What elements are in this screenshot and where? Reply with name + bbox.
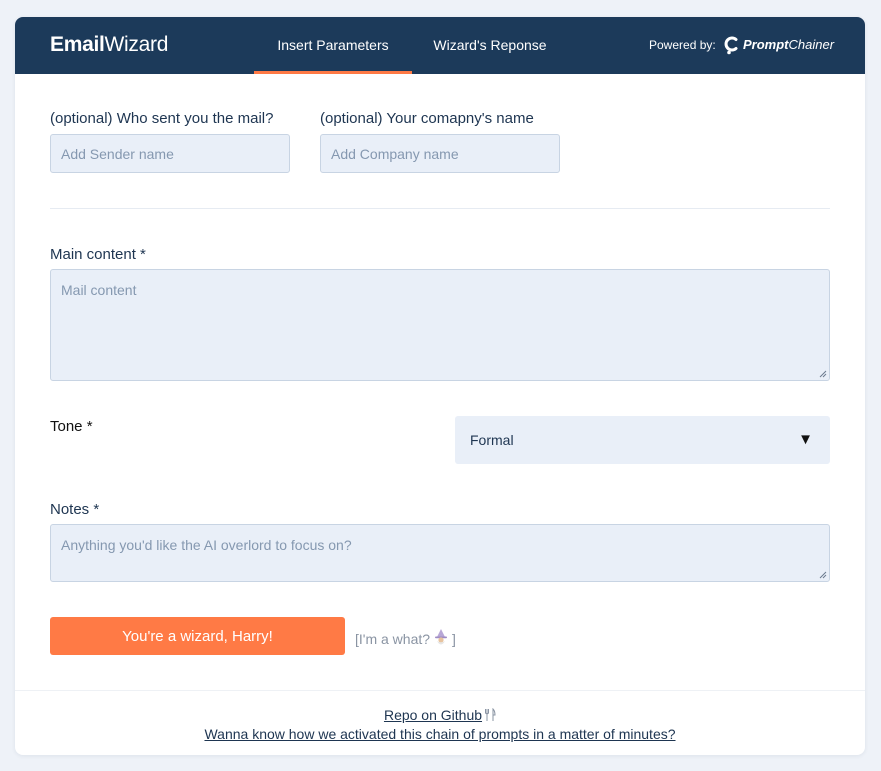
resize-grip-icon[interactable] [819,571,827,579]
resize-grip-icon[interactable] [819,370,827,378]
footer: Repo on Github Wanna know how we activat… [15,690,865,755]
tone-select[interactable]: Formal ▼ [455,416,830,464]
logo-regular-text: Wizard [104,33,169,56]
aside-suffix-text: ] [452,631,456,647]
app-logo[interactable]: EmailWizard [50,33,168,57]
tone-label: Tone * [50,418,93,435]
powered-by-label: Powered by: [649,38,716,52]
github-repo-link[interactable]: Repo on Github [15,707,865,723]
tone-selected-value: Formal [470,432,514,448]
chain-of-prompts-link[interactable]: Wanna know how we activated this chain o… [15,726,865,742]
tab-insert-parameters[interactable]: Insert Parameters [254,17,412,74]
tab-wizards-response[interactable]: Wizard's Reponse [421,17,559,74]
notes-textarea[interactable] [50,524,830,582]
promptchainer-logo-icon [724,36,738,55]
sender-label: (optional) Who sent you the mail? [50,110,274,127]
main-content-textarea[interactable] [50,269,830,381]
sender-name-input[interactable] [50,134,290,173]
notes-label: Notes * [50,501,100,518]
brand-regular-text: Chainer [788,37,835,52]
wizard-aside: [I'm a what? ] [355,628,456,647]
github-repo-link-text: Repo on Github [383,707,483,723]
submit-button[interactable]: You're a wizard, Harry! [50,617,345,655]
logo-bold-text: Email [50,33,105,56]
brand-bold-text: Prompt [743,37,789,52]
fork-knife-icon [485,707,496,721]
app-card: EmailWizard Insert Parameters Wizard's R… [15,17,865,755]
section-divider [50,208,830,209]
wizard-emoji-icon [435,629,448,645]
dropdown-arrow-icon: ▼ [798,431,813,448]
company-name-input[interactable] [320,134,560,173]
header-bar: EmailWizard Insert Parameters Wizard's R… [15,17,865,74]
aside-prefix-text: [I'm a what? [355,631,431,647]
main-content-label: Main content * [50,246,146,263]
company-label: (optional) Your comapny's name [320,110,534,127]
